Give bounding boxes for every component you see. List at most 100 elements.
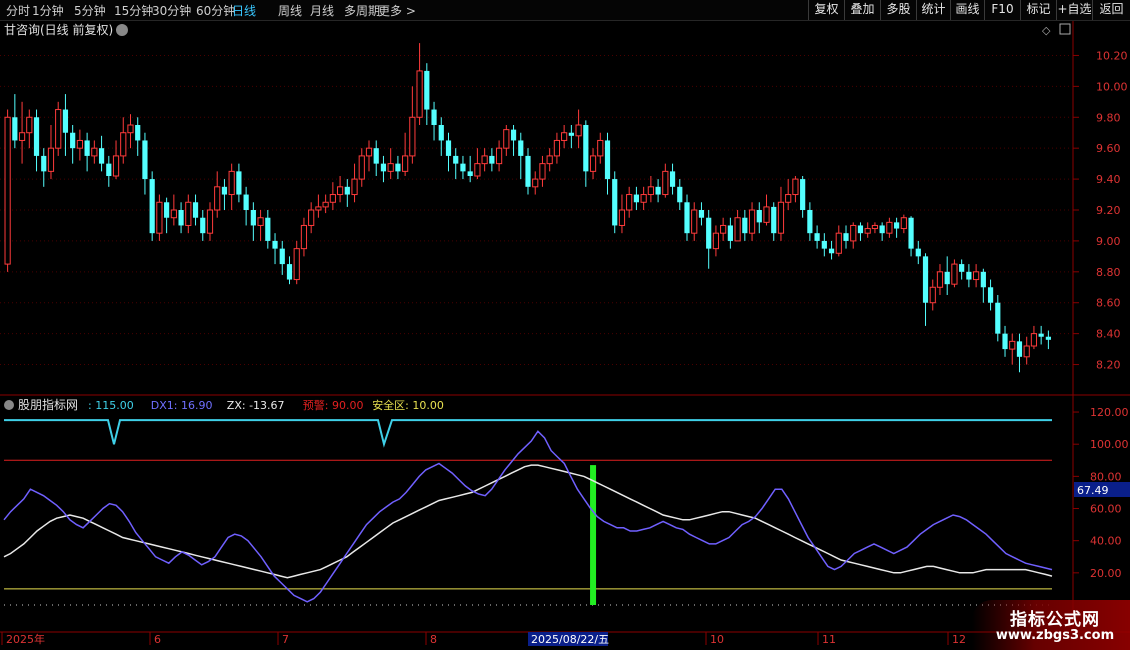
candle-body [70,132,76,149]
candle-body [300,224,308,250]
date-axis: 2025年 6 7 8 10 11 12 2025/08/22/五 [1,632,966,646]
candle-body [929,286,936,304]
price-tick-label: 8.20 [1096,359,1121,372]
candle-body [55,109,62,149]
candle-body [706,217,712,249]
candle-body [742,217,748,234]
candle-body [380,163,387,172]
indicator-legend: : 115.00 DX1: 16.90 ZX: -13.67 预警: 90.00 安全区… [88,398,444,412]
candle-body [626,194,633,211]
candle-body [127,124,134,134]
candle-body [973,271,980,281]
indicator-dropdown-icon[interactable] [4,400,14,410]
date-label-3: 8 [430,633,437,646]
indicator-tick-label: 60.00 [1090,503,1122,516]
price-tick-label: 9.60 [1096,142,1121,155]
candle-body [828,248,835,254]
candle-body [980,271,986,288]
date-label-6: 12 [952,633,966,646]
indicator-tick-label: 100.00 [1090,438,1129,451]
indicator-legend-item-2: ZX: -13.67 [227,399,285,412]
candle-body [821,240,827,249]
indicator-tick-label: 80.00 [1090,470,1122,483]
candle-body [460,163,466,172]
candle-body [633,194,640,203]
panel-toggle-icon[interactable] [1059,23,1071,35]
candle-body [365,147,373,157]
date-label-0: 2025年 [6,632,45,646]
candle-body [886,221,893,234]
candle-body [206,209,214,234]
candle-body [669,171,676,187]
candle-body [966,271,972,280]
candle-body [431,109,437,125]
date-label-2: 7 [282,633,289,646]
price-tick-label: 8.40 [1096,328,1121,341]
candle-body [684,202,690,234]
candle-body [286,264,293,280]
candle-body [748,209,756,234]
candle-body [618,209,626,226]
candle-body [106,163,112,176]
stock-title: 甘咨询(日线 前复权) [4,22,113,37]
candle-body [192,202,199,218]
candle-body [336,186,344,196]
price-tick-label: 10.00 [1096,80,1128,93]
candle-body [539,163,546,180]
candle-body [453,155,459,164]
candle-body [561,132,568,141]
candle-body [792,178,799,196]
watermark-title: 指标公式网 [1010,610,1100,630]
candle-body [178,210,184,226]
candle-body [908,217,914,249]
candle-body [467,171,473,176]
candle-body [395,163,401,172]
candle-body [1038,333,1044,337]
upper-line [4,419,1052,448]
candle-body [807,210,813,234]
candle-body [720,224,727,234]
candle-body [135,125,141,141]
date-label-4: 10 [710,633,724,646]
candle-body [26,116,33,134]
indicator-tick-label: 40.00 [1090,535,1122,548]
candle-body [568,132,574,136]
candlestick-series [4,43,1051,373]
candle-body [308,209,315,226]
candle-body [879,225,885,234]
candle-body [712,232,720,250]
candle-body [272,240,278,249]
candle-body [164,202,170,218]
candle-body [951,263,958,285]
candle-body [214,186,221,211]
candle-body [329,194,336,203]
candle-body [1016,341,1023,357]
candle-body [698,210,705,218]
current-value: 67.49 [1077,484,1109,497]
watermark-url: www.zbgs3.com [995,628,1115,643]
candle-body [850,224,857,242]
candle-body [589,155,597,172]
candle-body [944,271,950,285]
candle-body [843,233,849,241]
candle-body [279,248,285,265]
candle-body [677,186,683,203]
candle-body [1009,340,1016,350]
price-tick-label: 8.60 [1096,297,1121,310]
title-dropdown-icon[interactable] [116,24,128,36]
candle-body [915,248,921,257]
diamond-icon[interactable]: ◇ [1042,24,1051,37]
candle-body [322,201,329,208]
dx1-line [3,430,1053,603]
candle-body [315,206,322,211]
signal-bar [590,465,597,605]
candle-body [120,132,127,157]
candle-body [170,209,177,219]
candle-body [112,155,120,177]
candle-body [756,210,762,223]
candle-body [373,148,379,164]
candle-body [785,194,792,203]
indicator-series [3,419,1053,606]
candle-body [857,225,864,234]
price-tick-label: 9.00 [1096,235,1121,248]
